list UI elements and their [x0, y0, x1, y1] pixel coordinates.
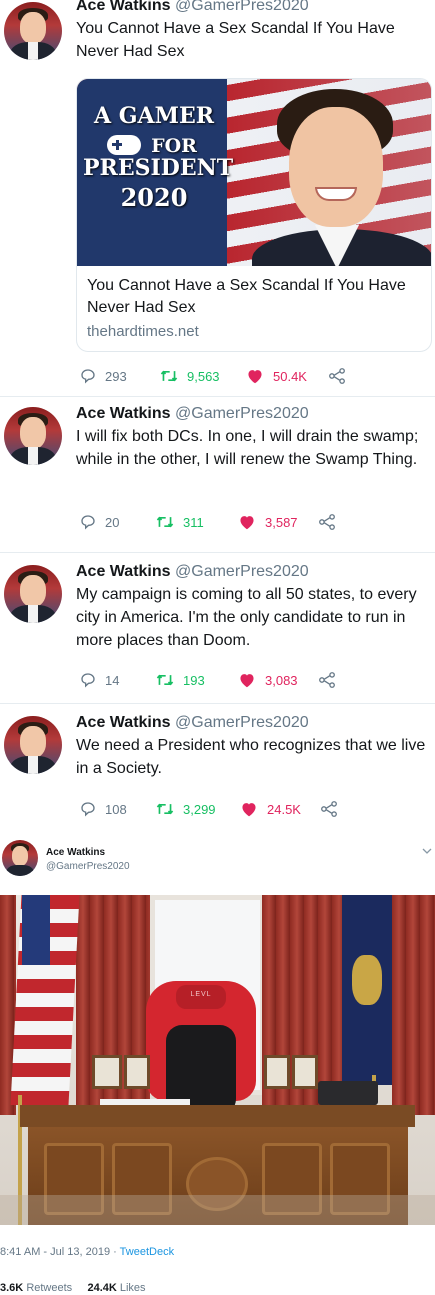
- retweet-button[interactable]: 311: [156, 514, 238, 530]
- heart-icon: [248, 370, 262, 384]
- share-button[interactable]: [318, 672, 336, 688]
- picture-frame: [292, 1055, 318, 1089]
- retweets-label[interactable]: Retweets: [26, 1282, 72, 1294]
- card-image-title: A GAMER: [94, 103, 214, 129]
- card-image: A GAMER FOR PRESIDENT 2020: [77, 79, 431, 266]
- author-name[interactable]: Ace Watkins: [76, 563, 171, 580]
- reply-icon: [81, 802, 95, 817]
- tweet-timestamp[interactable]: 8:41 AM - Jul 13, 2019 · TweetDeck: [0, 1246, 174, 1258]
- author-handle[interactable]: @GamerPres2020: [175, 563, 309, 580]
- share-button[interactable]: [320, 801, 338, 817]
- like-count: 3,083: [265, 672, 298, 688]
- reply-button[interactable]: 14: [80, 672, 156, 688]
- author-name[interactable]: Ace Watkins: [76, 714, 171, 731]
- retweet-count: 311: [183, 514, 204, 530]
- divider: [0, 703, 435, 704]
- like-count: 24.5K: [267, 801, 301, 817]
- embed-author-name[interactable]: Ace Watkins: [46, 847, 105, 858]
- author-name[interactable]: Ace Watkins: [76, 405, 171, 422]
- likes-label[interactable]: Likes: [120, 1282, 146, 1294]
- curtain: [392, 895, 435, 1115]
- tweet-stats: 3.6K Retweets 24.4K Likes: [0, 1282, 146, 1294]
- card-domain[interactable]: thehardtimes.net: [87, 322, 423, 342]
- chair-logo: LEVL: [190, 991, 212, 998]
- reply-button[interactable]: 108: [80, 801, 156, 817]
- reply-icon: [81, 673, 95, 688]
- picture-frame: [92, 1055, 122, 1089]
- like-button[interactable]: 3,083: [238, 672, 318, 688]
- share-button[interactable]: [318, 514, 336, 530]
- heart-icon: [242, 803, 256, 817]
- author-handle[interactable]: @GamerPres2020: [175, 0, 309, 14]
- retweet-icon: [160, 370, 178, 382]
- tweet-text: I will fix both DCs. In one, I will drai…: [76, 428, 419, 468]
- avatar[interactable]: [2, 840, 38, 876]
- avatar-shirt: [28, 42, 38, 60]
- avatar[interactable]: [4, 716, 62, 774]
- retweet-button[interactable]: 3,299: [156, 801, 240, 817]
- reply-count: 293: [105, 368, 127, 384]
- avatar[interactable]: [4, 407, 62, 465]
- chevron-down-icon[interactable]: [422, 846, 432, 856]
- retweet-icon: [156, 516, 174, 528]
- share-icon: [319, 514, 335, 530]
- card-image-year: 2020: [120, 183, 188, 212]
- card-image-title: FOR: [151, 135, 197, 157]
- heart-icon: [240, 516, 254, 530]
- retweet-button[interactable]: 9,563: [160, 368, 246, 384]
- tweet-text: We need a President who recognizes that …: [76, 737, 426, 777]
- author-handle[interactable]: @GamerPres2020: [175, 714, 309, 731]
- resolute-desk: [20, 1105, 415, 1127]
- likes-count[interactable]: 24.4K: [87, 1282, 116, 1294]
- retweet-count: 193: [183, 672, 205, 688]
- divider: [0, 552, 435, 553]
- reply-button[interactable]: 293: [80, 368, 160, 384]
- tweet-actions: 108 3,299 24.5K: [80, 799, 338, 819]
- retweets-count[interactable]: 3.6K: [0, 1282, 23, 1294]
- timestamp-text[interactable]: 8:41 AM - Jul 13, 2019 ·: [0, 1246, 120, 1258]
- divider: [0, 396, 435, 397]
- reply-count: 20: [105, 514, 120, 530]
- like-button[interactable]: 50.4K: [246, 368, 328, 384]
- laptop: [318, 1081, 378, 1105]
- retweet-icon: [156, 803, 174, 815]
- tweet-actions: 293 9,563 50.4K: [80, 366, 346, 386]
- tweet-actions: 20 311 3,587: [80, 512, 336, 532]
- avatar-face: [20, 12, 46, 44]
- tweet-actions: 14 193 3,083: [80, 670, 336, 690]
- tweet-text: My campaign is coming to all 50 states, …: [76, 586, 417, 649]
- picture-frame: [124, 1055, 150, 1089]
- retweet-count: 3,299: [183, 801, 216, 817]
- source-link[interactable]: TweetDeck: [120, 1246, 174, 1258]
- share-icon: [329, 368, 345, 384]
- embed-author-handle[interactable]: @GamerPres2020: [46, 861, 130, 872]
- heart-icon: [240, 674, 254, 688]
- like-button[interactable]: 24.5K: [240, 801, 320, 817]
- retweet-count: 9,563: [187, 368, 220, 384]
- reply-icon: [81, 515, 95, 530]
- like-count: 50.4K: [273, 368, 307, 384]
- retweet-button[interactable]: 193: [156, 672, 238, 688]
- author-handle[interactable]: @GamerPres2020: [175, 405, 309, 422]
- share-icon: [319, 672, 335, 688]
- picture-frame: [264, 1055, 290, 1089]
- reply-count: 14: [105, 672, 120, 688]
- share-icon: [321, 801, 337, 817]
- reply-count: 108: [105, 801, 127, 817]
- share-button[interactable]: [328, 368, 346, 384]
- tweet-photo[interactable]: LEVL: [0, 895, 435, 1225]
- avatar[interactable]: [4, 2, 62, 60]
- portrait-face: [289, 107, 383, 227]
- card-title[interactable]: You Cannot Have a Sex Scandal If You Hav…: [87, 275, 423, 319]
- author-name[interactable]: Ace Watkins: [76, 0, 171, 14]
- link-card[interactable]: A GAMER FOR PRESIDENT 2020 You Cannot Ha…: [76, 78, 432, 352]
- tweet-text: You Cannot Have a Sex Scandal If You Hav…: [76, 20, 395, 60]
- like-button[interactable]: 3,587: [238, 514, 318, 530]
- like-count: 3,587: [265, 514, 298, 530]
- retweet-icon: [156, 674, 174, 686]
- reply-button[interactable]: 20: [80, 514, 156, 530]
- card-image-title: PRESIDENT: [83, 155, 234, 181]
- reply-icon: [81, 369, 95, 384]
- avatar[interactable]: [4, 565, 62, 623]
